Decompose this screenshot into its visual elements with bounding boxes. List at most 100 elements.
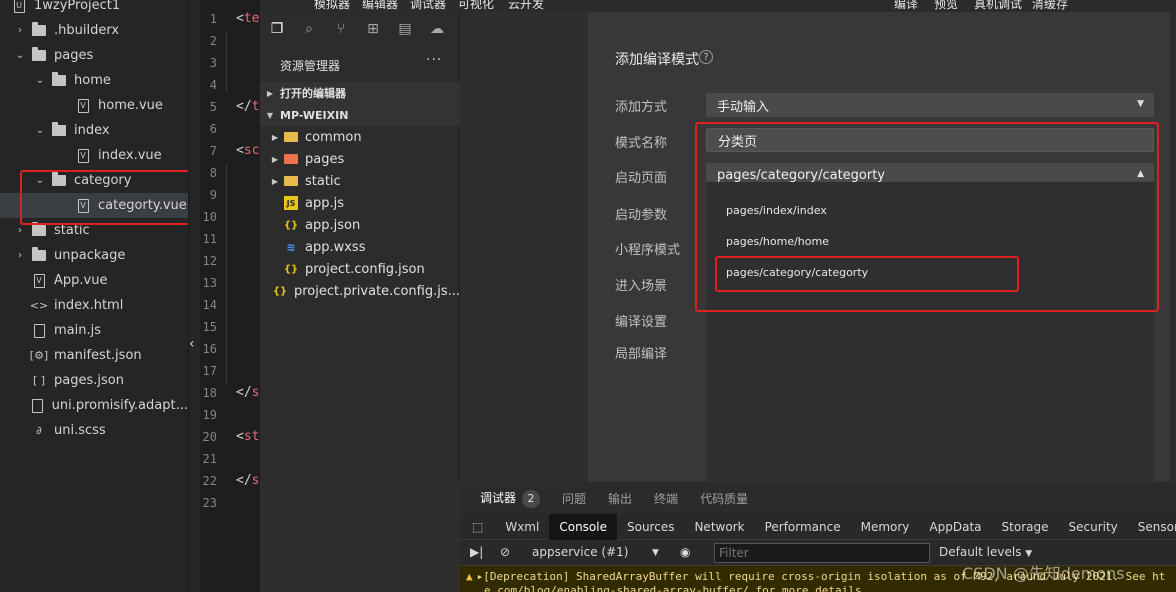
caret-up-icon: ▲ [1137, 169, 1144, 179]
source-control-icon[interactable]: ⑂ [332, 20, 350, 38]
menu-editor[interactable]: 编辑器 [362, 0, 398, 12]
project-explorer: U 1wzyProject1 › .hbuilderx ⌄ pages ⌄ ho… [0, 0, 188, 592]
tab-debugger[interactable]: 调试器 2 [480, 489, 541, 508]
file-item-pages[interactable]: ▶ pages [260, 148, 460, 170]
help-icon[interactable]: ? [699, 50, 713, 64]
file-item-common[interactable]: ▶ common [260, 126, 460, 148]
tree-item-hbuilderx[interactable]: › .hbuilderx [0, 18, 188, 43]
tree-item-category-folder[interactable]: ⌄ category [0, 168, 188, 193]
watermark: CSDN @先知demons [962, 564, 1125, 583]
tab-security[interactable]: Security [1058, 514, 1127, 540]
tree-item-pages-json[interactable]: [ ] pages.json [0, 368, 188, 393]
js-file-icon: JS [284, 196, 298, 210]
dropdown-option-home[interactable]: pages/home/home [726, 235, 829, 248]
levels-dropdown[interactable]: Default levels ▼ [939, 545, 1032, 559]
tree-item-index-folder[interactable]: ⌄ index [0, 118, 188, 143]
filter-input[interactable] [714, 543, 930, 563]
file-item-app-json[interactable]: {} app.json [260, 214, 460, 236]
tree-item-label: categorty.vue [98, 198, 187, 213]
vue-file-icon: V [32, 273, 46, 288]
tab-network[interactable]: Network [684, 514, 754, 540]
menu-cloud[interactable]: 云开发 [508, 0, 544, 12]
line-number: 9 [209, 188, 217, 202]
section-project[interactable]: ▼ MP-WEIXIN [260, 104, 460, 126]
line-number: 5 [209, 100, 217, 114]
json-file-icon: {} [283, 219, 299, 231]
tab-wxml[interactable]: Wxml [495, 514, 549, 540]
label-add-method: 添加方式 [615, 100, 668, 115]
label-miniprogram-mode: 小程序模式 [615, 243, 681, 258]
file-item-project-config[interactable]: {} project.config.json [260, 258, 460, 280]
tree-item-uni-scss[interactable]: ∂ uni.scss [0, 418, 188, 443]
dropdown-option-index[interactable]: pages/index/index [726, 204, 827, 217]
tree-item-project[interactable]: U 1wzyProject1 [0, 0, 188, 18]
tab-terminal[interactable]: 终端 [654, 490, 678, 507]
tab-console[interactable]: Console [549, 513, 617, 540]
tab-sources[interactable]: Sources [617, 514, 684, 540]
tree-item-unpackage[interactable]: › unpackage [0, 243, 188, 268]
mode-name-input[interactable]: 分类页 [706, 128, 1154, 152]
tab-appdata[interactable]: AppData [919, 514, 991, 540]
tab-output[interactable]: 输出 [608, 490, 632, 507]
issue-count-badge: 2 [522, 489, 541, 508]
menu-clear-cache[interactable]: 清缓存 [1032, 0, 1068, 12]
explorer-icon[interactable]: ❐ [268, 20, 286, 38]
file-item-app-wxss[interactable]: ≋ app.wxss [260, 236, 460, 258]
tree-item-uni-promisify[interactable]: uni.promisify.adapt... [0, 393, 188, 418]
caret-right-icon: ▶ [266, 88, 274, 98]
storage-icon[interactable]: ▤ [396, 20, 414, 38]
scss-file-icon: ∂ [36, 424, 42, 437]
context-selector[interactable]: appservice (#1) [532, 545, 628, 559]
tab-sensor[interactable]: Sensor [1128, 514, 1176, 540]
eye-icon[interactable]: ◉ [680, 545, 690, 559]
context-caret-icon[interactable]: ▼ [652, 548, 659, 558]
tree-item-label: pages.json [54, 373, 124, 388]
menu-preview[interactable]: 预览 [934, 0, 958, 12]
menu-simulator[interactable]: 模拟器 [314, 0, 350, 12]
search-icon[interactable]: ⌕ [300, 20, 318, 38]
tree-item-home-folder[interactable]: ⌄ home [0, 68, 188, 93]
file-label: app.js [305, 195, 344, 211]
file-item-project-private-config[interactable]: {} project.private.config.js... [260, 280, 460, 302]
more-icon[interactable]: ··· [426, 52, 442, 68]
tab-storage[interactable]: Storage [992, 514, 1059, 540]
tree-item-home-vue[interactable]: V home.vue [0, 93, 188, 118]
tree-item-index-html[interactable]: <> index.html [0, 293, 188, 318]
extensions-icon[interactable]: ⊞ [364, 20, 382, 38]
file-item-app-js[interactable]: JS app.js [260, 192, 460, 214]
add-compile-mode-dialog: 添加编译模式 ? 添加方式 模式名称 启动页面 启动参数 小程序模式 进入场景 … [588, 12, 1170, 488]
js-file-icon [32, 323, 46, 338]
file-item-static[interactable]: ▶ static [260, 170, 460, 192]
tree-item-manifest-json[interactable]: [⚙] manifest.json [0, 343, 188, 368]
tab-problems[interactable]: 问题 [562, 490, 586, 507]
menu-visual[interactable]: 可视化 [458, 0, 494, 12]
add-method-select[interactable]: 手动输入 ▼ [706, 93, 1154, 117]
dropdown-option-category[interactable]: pages/category/categorty [726, 266, 868, 279]
menu-compile[interactable]: 编译 [894, 0, 918, 12]
tree-item-main-js[interactable]: main.js [0, 318, 188, 343]
tree-item-static[interactable]: › static [0, 218, 188, 243]
clear-console-icon[interactable]: ⊘ [500, 545, 510, 559]
code-editor[interactable]: 1 2 3 4 5 6 7 8 9 10 11 12 13 14 15 16 1… [200, 0, 260, 592]
line-number: 14 [202, 298, 217, 312]
code-line: </t [236, 99, 260, 114]
section-open-editors[interactable]: ▶ 打开的编辑器 [260, 82, 460, 104]
inspect-icon[interactable]: ⬚ [460, 514, 495, 540]
panel-splitter[interactable] [188, 0, 200, 592]
line-number: 18 [202, 386, 217, 400]
folder-icon [52, 172, 66, 188]
tab-performance[interactable]: Performance [755, 514, 851, 540]
tab-memory[interactable]: Memory [851, 514, 920, 540]
collapse-left-icon[interactable]: ‹ [189, 336, 195, 352]
tree-item-categorty-vue[interactable]: V categorty.vue [0, 193, 188, 218]
tree-item-pages[interactable]: ⌄ pages [0, 43, 188, 68]
menu-debugger[interactable]: 调试器 [410, 0, 446, 12]
tab-code-quality[interactable]: 代码质量 [700, 490, 748, 507]
file-label: pages [305, 151, 345, 167]
manifest-file-icon: [⚙] [29, 349, 49, 362]
menu-remote-debug[interactable]: 真机调试 [974, 0, 1022, 12]
tree-item-app-vue[interactable]: V App.vue [0, 268, 188, 293]
tree-item-index-vue[interactable]: V index.vue [0, 143, 188, 168]
docker-icon[interactable]: ☁ [428, 20, 446, 38]
sidebar-toggle-icon[interactable]: ▶| [470, 545, 483, 559]
